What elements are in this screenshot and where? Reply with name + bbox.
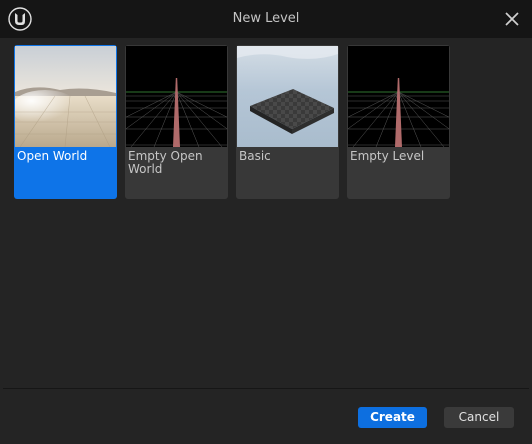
- template-grid: Open World Empty Open World Basic Empty …: [3, 38, 529, 388]
- title-bar: New Level: [0, 0, 532, 38]
- empty-open-world-thumbnail: [126, 46, 227, 147]
- create-button[interactable]: Create: [358, 407, 427, 428]
- template-label: Basic: [239, 149, 271, 163]
- basic-thumbnail: [237, 46, 338, 147]
- template-basic[interactable]: Basic: [236, 45, 339, 199]
- open-world-thumbnail: [15, 46, 116, 147]
- template-label: Empty Open World: [128, 149, 203, 176]
- template-empty-level[interactable]: Empty Level: [347, 45, 450, 199]
- template-label: Open World: [17, 149, 88, 163]
- new-level-dialog: New Level Open World Empty Open World Ba…: [0, 0, 532, 444]
- close-icon[interactable]: [500, 7, 524, 31]
- cancel-button[interactable]: Cancel: [444, 407, 514, 428]
- dialog-title: New Level: [232, 11, 300, 26]
- empty-level-thumbnail: [348, 46, 449, 147]
- template-label: Empty Level: [350, 149, 425, 163]
- template-empty-open-world[interactable]: Empty Open World: [125, 45, 228, 199]
- template-open-world[interactable]: Open World: [14, 45, 117, 199]
